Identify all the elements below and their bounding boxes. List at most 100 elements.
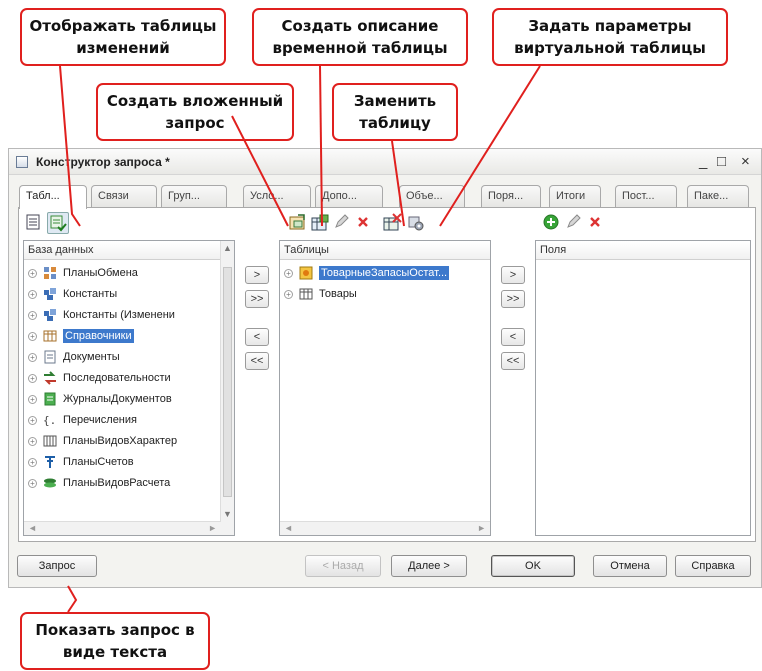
window-title: Конструктор запроса *: [36, 154, 170, 169]
document-list-icon[interactable]: [25, 214, 43, 232]
maximize-icon[interactable]: □: [717, 153, 726, 170]
tree-item[interactable]: + Последовательности: [24, 369, 171, 387]
cancel-button[interactable]: Отмена: [593, 555, 667, 577]
temp-table-icon[interactable]: [311, 214, 329, 232]
tree-item-label: Константы: [63, 288, 118, 300]
minimize-icon[interactable]: _: [699, 153, 707, 170]
add-all-fields-button[interactable]: >>: [501, 290, 525, 308]
query-builder-window: Конструктор запроса * _ □ × Табл... Связ…: [8, 148, 762, 588]
remove-all-fields-button[interactable]: <<: [501, 352, 525, 370]
next-button[interactable]: Далее >: [391, 555, 467, 577]
tree-item[interactable]: + Константы (Изменени: [24, 306, 175, 324]
remove-table-button[interactable]: <: [245, 328, 269, 346]
tables-tree-header: Таблицы: [280, 241, 490, 260]
table-icon: [299, 287, 313, 301]
tree-item-label: Документы: [63, 351, 120, 363]
catalogs-icon: [43, 329, 57, 343]
help-button[interactable]: Справка: [675, 555, 751, 577]
tables-horizontal-scrollbar[interactable]: ◄ ►: [280, 521, 490, 535]
expand-icon[interactable]: +: [28, 352, 37, 362]
tab-links[interactable]: Связи: [91, 185, 157, 207]
close-icon[interactable]: ×: [741, 153, 750, 170]
replace-table-icon[interactable]: [383, 213, 402, 231]
callout-show-change-tables: Отображать таблицы изменений: [20, 8, 226, 66]
expand-icon[interactable]: +: [28, 478, 37, 488]
tree-item[interactable]: + ТоварныеЗапасыОстат...: [280, 264, 450, 282]
change-tables-toggle-icon[interactable]: [47, 212, 69, 234]
expand-icon[interactable]: +: [28, 310, 37, 320]
expand-icon[interactable]: +: [28, 457, 37, 467]
add-field-button[interactable]: >: [501, 266, 525, 284]
callout-virtual-table-params: Задать параметры виртуальной таблицы: [492, 8, 728, 66]
tree-item[interactable]: + Документы: [24, 348, 120, 366]
callout-replace-table: Заменить таблицу: [332, 83, 458, 141]
calculation-types-icon: [43, 476, 57, 490]
ok-button[interactable]: OK: [491, 555, 575, 577]
fields-list-header: Поля: [536, 241, 750, 260]
remove-field-button[interactable]: <: [501, 328, 525, 346]
expand-icon[interactable]: +: [28, 289, 37, 299]
expand-icon[interactable]: +: [28, 436, 37, 446]
tree-item[interactable]: + ЖурналыДокументов: [24, 390, 172, 408]
tab-grouping[interactable]: Груп...: [161, 185, 227, 207]
database-tree-header: База данных: [24, 241, 234, 260]
edit-field-icon[interactable]: [565, 214, 583, 232]
tree-item-label: Справочники: [63, 329, 134, 343]
expand-icon[interactable]: +: [28, 415, 37, 425]
tree-item[interactable]: + Константы: [24, 285, 117, 303]
tree-item[interactable]: + ПланыСчетов: [24, 453, 134, 471]
tables-tree[interactable]: Таблицы + ТоварныеЗапасыОстат... + Товары ◄…: [279, 240, 491, 536]
tree-item[interactable]: + {..} Перечисления: [24, 411, 137, 429]
expand-icon[interactable]: +: [28, 331, 37, 341]
title-bar: Конструктор запроса * _ □ ×: [9, 149, 761, 175]
expand-icon[interactable]: +: [28, 394, 37, 404]
constants-changes-icon: [43, 308, 57, 322]
tree-item[interactable]: + Товары: [280, 285, 357, 303]
expand-icon[interactable]: +: [28, 268, 37, 278]
tab-union[interactable]: Объе...: [399, 185, 465, 207]
database-tree[interactable]: База данных + ПланыОбмена + Константы + Конст…: [23, 240, 235, 536]
expand-icon[interactable]: +: [284, 289, 293, 299]
tab-builder[interactable]: Пост...: [615, 185, 677, 207]
tab-batch[interactable]: Паке...: [687, 185, 749, 207]
tab-totals[interactable]: Итоги: [549, 185, 601, 207]
callout-create-subquery: Создать вложенный запрос: [96, 83, 294, 141]
expand-icon[interactable]: +: [284, 268, 293, 278]
add-field-icon[interactable]: [543, 214, 561, 232]
add-table-button[interactable]: >: [245, 266, 269, 284]
documents-icon: [43, 350, 57, 364]
callout-create-temp-table: Создать описание временной таблицы: [252, 8, 468, 66]
sequences-icon: [43, 371, 57, 385]
tab-order[interactable]: Поря...: [481, 185, 541, 207]
virtual-table-icon: [299, 266, 313, 280]
tree-item-label: Константы (Изменени: [63, 309, 175, 321]
subquery-icon[interactable]: [289, 214, 307, 232]
database-horizontal-scrollbar[interactable]: ◄ ►: [24, 521, 221, 535]
enumerations-icon: {..}: [43, 413, 57, 427]
add-all-tables-button[interactable]: >>: [245, 290, 269, 308]
tree-item[interactable]: + ПланыВидовХарактер: [24, 432, 177, 450]
tab-tables[interactable]: Табл...: [19, 185, 87, 209]
delete-field-icon[interactable]: [587, 214, 605, 232]
query-button[interactable]: Запрос: [17, 555, 97, 577]
tree-item-label: ПланыСчетов: [63, 456, 134, 468]
fields-list[interactable]: Поля: [535, 240, 751, 536]
tree-item[interactable]: + ПланыОбмена: [24, 264, 138, 282]
chart-of-accounts-icon: [43, 455, 57, 469]
svg-text:{..}: {..}: [43, 414, 57, 427]
document-journals-icon: [43, 392, 57, 406]
tab-additional[interactable]: Допо...: [315, 185, 383, 207]
tree-item-label: ПланыВидовРасчета: [63, 477, 171, 489]
edit-icon[interactable]: [333, 214, 351, 232]
tree-item-label: Последовательности: [63, 372, 171, 384]
remove-all-tables-button[interactable]: <<: [245, 352, 269, 370]
back-button[interactable]: < Назад: [305, 555, 381, 577]
constants-icon: [43, 287, 57, 301]
tree-item[interactable]: + Справочники: [24, 327, 134, 345]
delete-icon[interactable]: [355, 214, 373, 232]
virtual-table-params-icon[interactable]: [407, 214, 425, 232]
tree-item[interactable]: + ПланыВидовРасчета: [24, 474, 170, 492]
tab-conditions[interactable]: Усло...: [243, 185, 311, 207]
expand-icon[interactable]: +: [28, 373, 37, 383]
database-vertical-scrollbar[interactable]: ▲ ▼: [220, 241, 234, 535]
